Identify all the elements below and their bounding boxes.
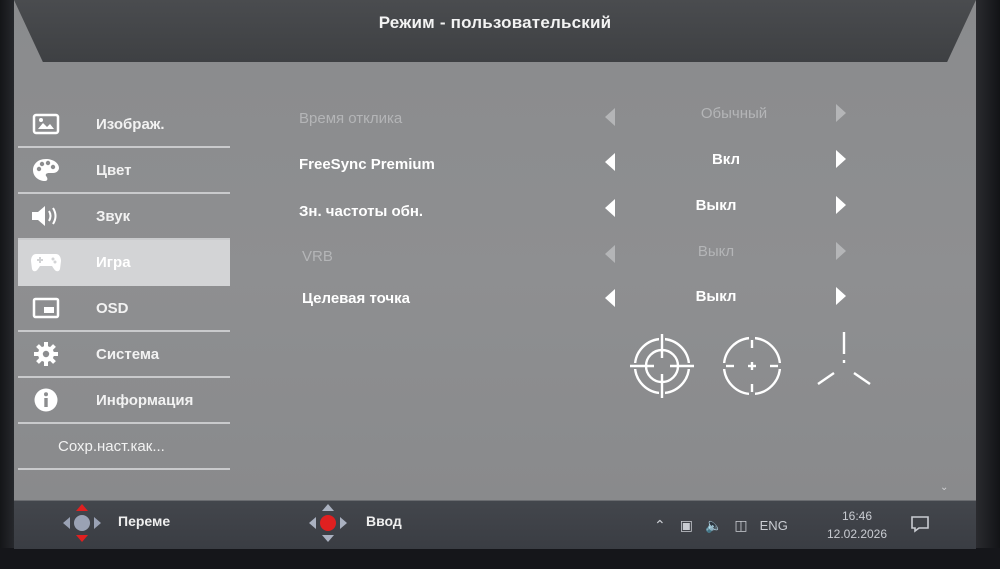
refresh-rate-next-arrow[interactable]	[836, 196, 846, 214]
sidebar-item-osd[interactable]: OSD	[18, 286, 230, 332]
freesync-next-arrow[interactable]	[836, 150, 846, 168]
sidebar-item-picture[interactable]: Изображ.	[18, 102, 230, 148]
webcam-icon[interactable]: ▣	[680, 517, 693, 534]
gamepad-icon	[26, 247, 66, 277]
monitor-bezel-right	[976, 0, 1000, 569]
sidebar-item-label: OSD	[96, 299, 129, 317]
setting-value-response-time: Обычный	[700, 105, 768, 122]
sidebar-item-label: Игра	[96, 253, 131, 271]
aim-point-prev-arrow[interactable]	[605, 289, 615, 307]
response-time-next-arrow[interactable]	[836, 104, 846, 122]
sidebar-item-audio[interactable]: Звук	[18, 194, 230, 240]
refresh-rate-prev-arrow[interactable]	[605, 199, 615, 217]
vrb-prev-arrow[interactable]	[605, 245, 615, 263]
aim-point-next-arrow[interactable]	[836, 287, 846, 305]
info-icon	[26, 385, 66, 415]
taskbar-clock[interactable]: 16:46 12.02.2026	[822, 507, 892, 543]
nav-pad-enter-icon	[309, 504, 347, 542]
setting-value-refresh-rate-num: Выкл	[695, 197, 737, 214]
taskbar-time: 16:46	[841, 509, 873, 523]
sidebar-item-system[interactable]: Система	[18, 332, 230, 378]
sidebar-item-label: Информация	[96, 391, 194, 409]
sidebar-item-label: Система	[96, 345, 160, 363]
sidebar-item-game[interactable]: Игра	[18, 240, 230, 286]
palette-icon	[26, 155, 66, 185]
hint-bar: Переме Ввод ⌃ ▣ 🔈 ◫ ENG 16:46 12.02.2026	[14, 500, 976, 549]
setting-label-response-time: Время отклика	[299, 110, 403, 127]
setting-label-freesync: FreeSync Premium	[299, 156, 435, 173]
sidebar-item-save-settings[interactable]: Сохр.наст.как...	[18, 424, 230, 470]
system-tray: ⌃ ▣ 🔈 ◫ ENG	[654, 501, 788, 549]
nav-pad-move-icon	[63, 504, 101, 542]
setting-value-freesync: Вкл	[711, 151, 741, 168]
sidebar-item-label: Звук	[96, 207, 131, 225]
setting-value-vrb: Выкл	[697, 243, 735, 260]
setting-label-aim-point: Целевая точка	[302, 290, 410, 307]
gear-icon	[26, 339, 66, 369]
sidebar-item-color[interactable]: Цвет	[18, 148, 230, 194]
setting-label-vrb: VRB	[302, 248, 333, 265]
osd-menu: Режим - пользовательский Изображ. Цвет З…	[14, 0, 976, 500]
monitor-bezel-bottom	[0, 548, 1000, 569]
page-title: Режим - пользовательский	[378, 13, 612, 32]
hint-move-label: Переме	[118, 513, 171, 529]
response-time-prev-arrow[interactable]	[605, 108, 615, 126]
freesync-prev-arrow[interactable]	[605, 153, 615, 171]
language-indicator[interactable]: ENG	[760, 518, 788, 533]
sidebar-item-info[interactable]: Информация	[18, 378, 230, 424]
vrb-next-arrow[interactable]	[836, 242, 846, 260]
sidebar-item-label: Цвет	[96, 161, 132, 179]
picture-icon	[26, 109, 66, 139]
setting-value-aim-point: Выкл	[695, 288, 737, 305]
crosshair-circle-target-icon[interactable]	[630, 334, 694, 398]
volume-icon[interactable]: 🔈	[705, 517, 722, 534]
osd-window-icon	[26, 293, 66, 323]
crosshair-tri-lines-icon[interactable]	[814, 330, 874, 390]
sidebar-item-label: Изображ.	[96, 115, 165, 133]
hint-enter-label: Ввод	[366, 513, 402, 529]
notification-icon[interactable]	[910, 515, 930, 533]
crosshair-circle-dot-icon[interactable]	[720, 334, 784, 398]
setting-label-refresh-rate-num: Зн. частоты обн.	[299, 203, 424, 220]
sidebar: Изображ. Цвет Звук Игра OSD Система Инфо…	[18, 102, 230, 470]
monitor-bezel-left	[0, 0, 14, 569]
chevron-up-icon[interactable]: ⌃	[654, 517, 666, 534]
network-icon[interactable]: ◫	[734, 517, 747, 534]
speaker-icon	[26, 201, 66, 231]
chevron-down-icon: ⌄	[940, 482, 949, 493]
taskbar-date: 12.02.2026	[826, 527, 888, 541]
sidebar-item-label: Сохр.наст.как...	[58, 437, 165, 455]
